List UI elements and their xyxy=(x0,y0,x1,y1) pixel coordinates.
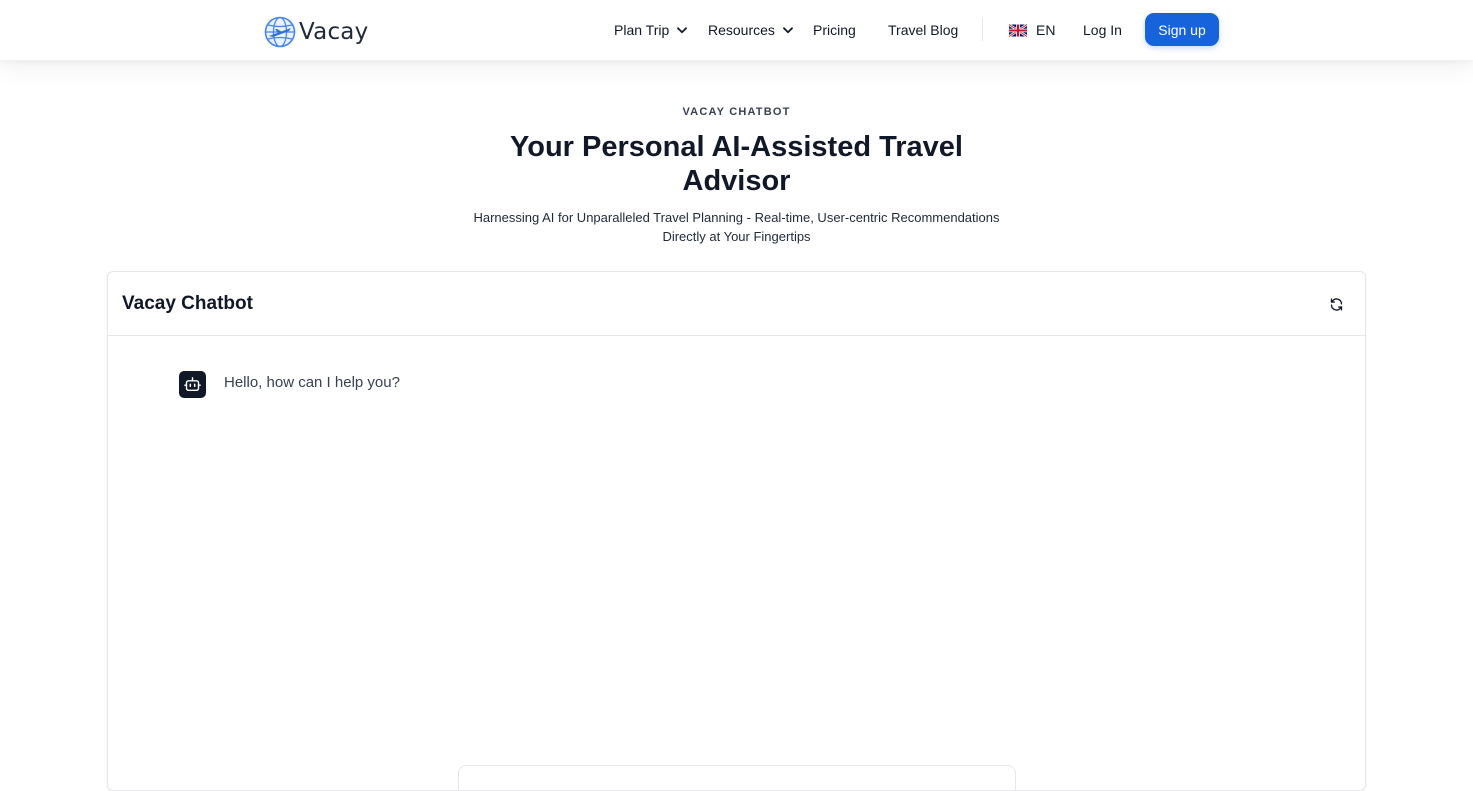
nav-plan-trip-label: Plan Trip xyxy=(614,22,670,38)
chat-panel: Vacay Chatbot Hello, how can I help you? xyxy=(107,271,1366,791)
brand-name: Vacay xyxy=(299,19,369,45)
chevron-down-icon xyxy=(677,26,688,33)
nav-divider xyxy=(982,18,983,41)
nav-plan-trip[interactable]: Plan Trip xyxy=(614,19,688,41)
vacay-logo[interactable]: Vacay xyxy=(264,16,368,48)
page-title: Your Personal AI-Assisted Travel Advisor xyxy=(510,131,963,197)
uk-flag-icon xyxy=(1009,23,1027,37)
chat-input-box[interactable] xyxy=(458,765,1016,790)
bot-message: Hello, how can I help you? xyxy=(224,374,400,391)
chevron-down-icon xyxy=(783,26,793,33)
nav-resources-label: Resources xyxy=(708,22,775,38)
robot-icon xyxy=(184,377,201,391)
globe-plane-icon xyxy=(264,16,296,48)
nav-resources[interactable]: Resources xyxy=(708,19,793,41)
signup-button[interactable]: Sign up xyxy=(1145,13,1219,46)
chat-title: Vacay Chatbot xyxy=(122,293,253,314)
section-eyebrow: VACAY CHATBOT xyxy=(682,106,791,118)
refresh-icon xyxy=(1330,297,1342,311)
bot-avatar xyxy=(179,371,206,398)
login-link[interactable]: Log In xyxy=(1083,19,1122,41)
site-header: Vacay Plan Trip Resources Pricing Travel… xyxy=(0,0,1473,60)
nav-pricing[interactable]: Pricing xyxy=(813,19,856,41)
nav-travel-blog[interactable]: Travel Blog xyxy=(888,19,958,41)
language-selector[interactable]: EN xyxy=(1009,19,1055,41)
chat-header: Vacay Chatbot xyxy=(108,272,1365,336)
refresh-chat-button[interactable] xyxy=(1326,294,1346,314)
page-subtitle: Harnessing AI for Unparalleled Travel Pl… xyxy=(473,210,1000,244)
language-code: EN xyxy=(1036,22,1056,38)
